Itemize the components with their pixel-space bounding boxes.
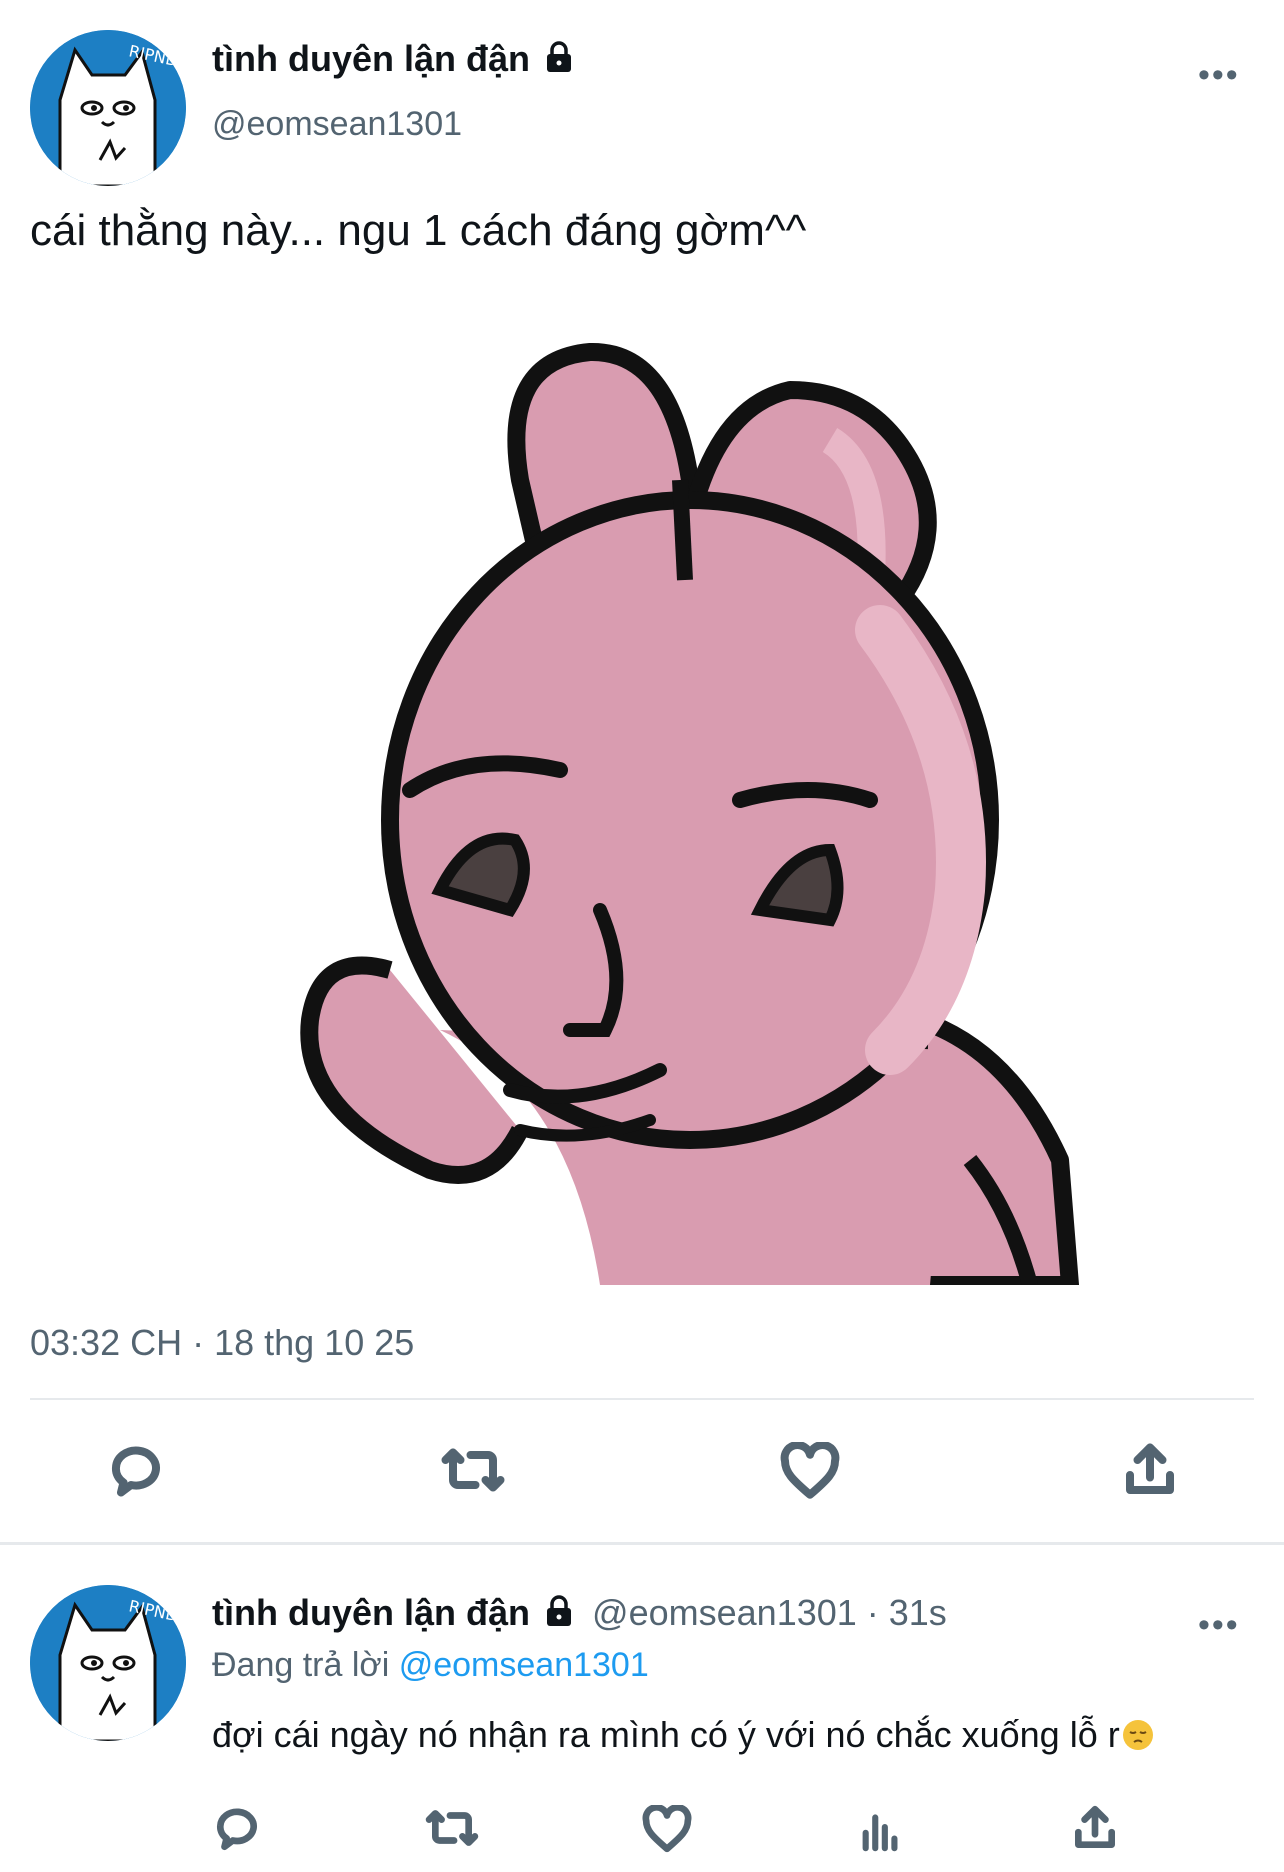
- reply-icon[interactable]: [212, 1803, 262, 1858]
- handle-and-time[interactable]: @eomsean1301 · 31s: [592, 1592, 947, 1633]
- like-icon[interactable]: [642, 1804, 692, 1858]
- timestamp[interactable]: 03:32 CH · 18 thg 10 25: [30, 1322, 414, 1364]
- avatar[interactable]: RIPND: [30, 30, 186, 186]
- display-name[interactable]: tình duyên lận đận: [212, 38, 574, 82]
- share-icon[interactable]: [1120, 1440, 1180, 1505]
- handle[interactable]: @eomsean1301: [212, 105, 462, 144]
- tweet-image[interactable]: [270, 330, 1080, 1285]
- views-icon[interactable]: [858, 1805, 904, 1858]
- like-icon[interactable]: [780, 1441, 840, 1505]
- cat-avatar-image: RIPND: [30, 30, 186, 186]
- cat-avatar-image: RIPND: [30, 1585, 186, 1741]
- display-name[interactable]: tình duyên lận đận: [212, 1592, 530, 1633]
- reply-header: tình duyên lận đận @eomsean1301 · 31s: [212, 1592, 947, 1636]
- avatar[interactable]: RIPND: [30, 1585, 186, 1741]
- replying-to: Đang trả lời @eomsean1301: [212, 1646, 649, 1684]
- retweet-icon[interactable]: [440, 1440, 506, 1505]
- reply-text-line: đợi cái ngày nó nhận ra mình có ý với nó…: [212, 1714, 1154, 1760]
- share-icon[interactable]: [1070, 1803, 1120, 1858]
- more-icon[interactable]: •••: [1198, 58, 1240, 92]
- reply-text: đợi cái ngày nó nhận ra mình có ý với nó…: [212, 1714, 1120, 1755]
- reply-icon[interactable]: [106, 1440, 166, 1505]
- divider: [0, 1542, 1284, 1545]
- tweet-text: cái thằng này... ngu 1 cách đáng gờm^^: [30, 206, 807, 255]
- mention-link[interactable]: @eomsean1301: [399, 1646, 649, 1684]
- divider: [30, 1398, 1254, 1400]
- lock-icon: [544, 1594, 574, 1636]
- more-icon[interactable]: •••: [1198, 1608, 1240, 1642]
- lock-icon: [544, 40, 574, 82]
- retweet-icon[interactable]: [424, 1803, 480, 1858]
- emoji-icon: [1122, 1718, 1154, 1760]
